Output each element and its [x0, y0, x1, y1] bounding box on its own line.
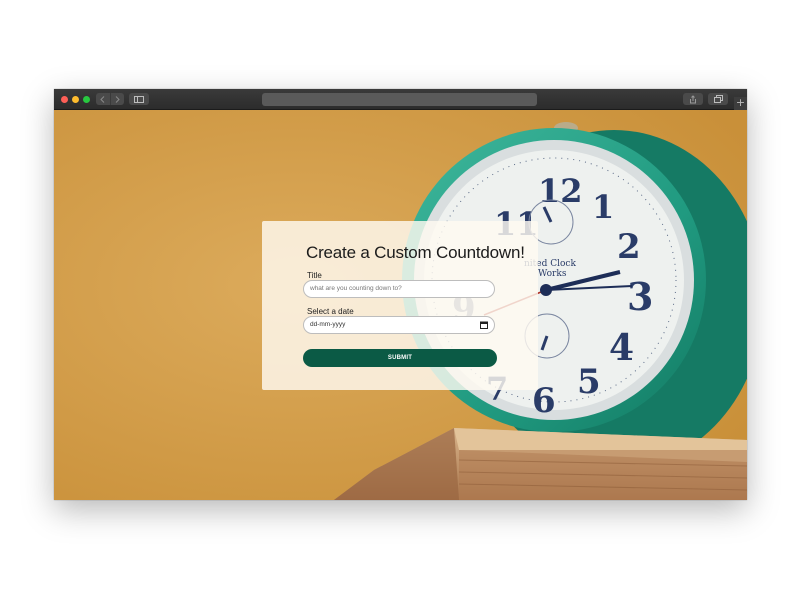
sidebar-icon [134, 95, 144, 103]
clock-brand-line2: Works [538, 269, 567, 279]
countdown-form-card: Create a Custom Countdown! Title what ar… [262, 221, 538, 390]
minimize-window-button[interactable] [72, 96, 79, 103]
submit-button[interactable]: SUBMIT [303, 349, 497, 367]
form-title: Create a Custom Countdown! [306, 243, 525, 262]
title-input-placeholder: what are you counting down to? [310, 285, 402, 292]
show-tabs-button[interactable] [708, 93, 728, 105]
svg-text:3: 3 [627, 274, 653, 319]
chevron-left-icon [100, 95, 105, 103]
share-icon [690, 94, 696, 103]
sidebar-button[interactable] [129, 93, 149, 105]
tabs-icon [713, 95, 723, 103]
svg-text:1: 1 [592, 188, 614, 226]
navigation-buttons [96, 93, 124, 105]
title-label: Title [307, 271, 322, 280]
svg-text:5: 5 [577, 362, 601, 402]
calendar-icon[interactable] [480, 321, 488, 329]
back-button[interactable] [96, 93, 110, 105]
browser-toolbar: + [54, 89, 747, 110]
close-window-button[interactable] [61, 96, 68, 103]
new-tab-button[interactable]: + [734, 97, 747, 110]
svg-text:12: 12 [538, 172, 583, 210]
svg-text:4: 4 [609, 327, 634, 369]
share-button[interactable] [683, 93, 703, 105]
address-bar[interactable] [262, 93, 537, 106]
svg-text:2: 2 [617, 227, 641, 267]
date-input-value: dd-mm-yyyy [310, 321, 346, 328]
forward-button[interactable] [109, 93, 125, 105]
page-content: 12 1 2 3 4 5 6 7 11 9 nited Clock Works [54, 110, 747, 500]
chevron-right-icon [115, 95, 120, 103]
browser-window: + 12 1 2 3 4 5 6 nited Clock Works Creat… [54, 89, 747, 500]
zoom-window-button[interactable] [83, 96, 90, 103]
title-input[interactable]: what are you counting down to? [303, 280, 495, 298]
date-input[interactable]: dd-mm-yyyy [303, 316, 495, 334]
date-label: Select a date [307, 307, 354, 316]
